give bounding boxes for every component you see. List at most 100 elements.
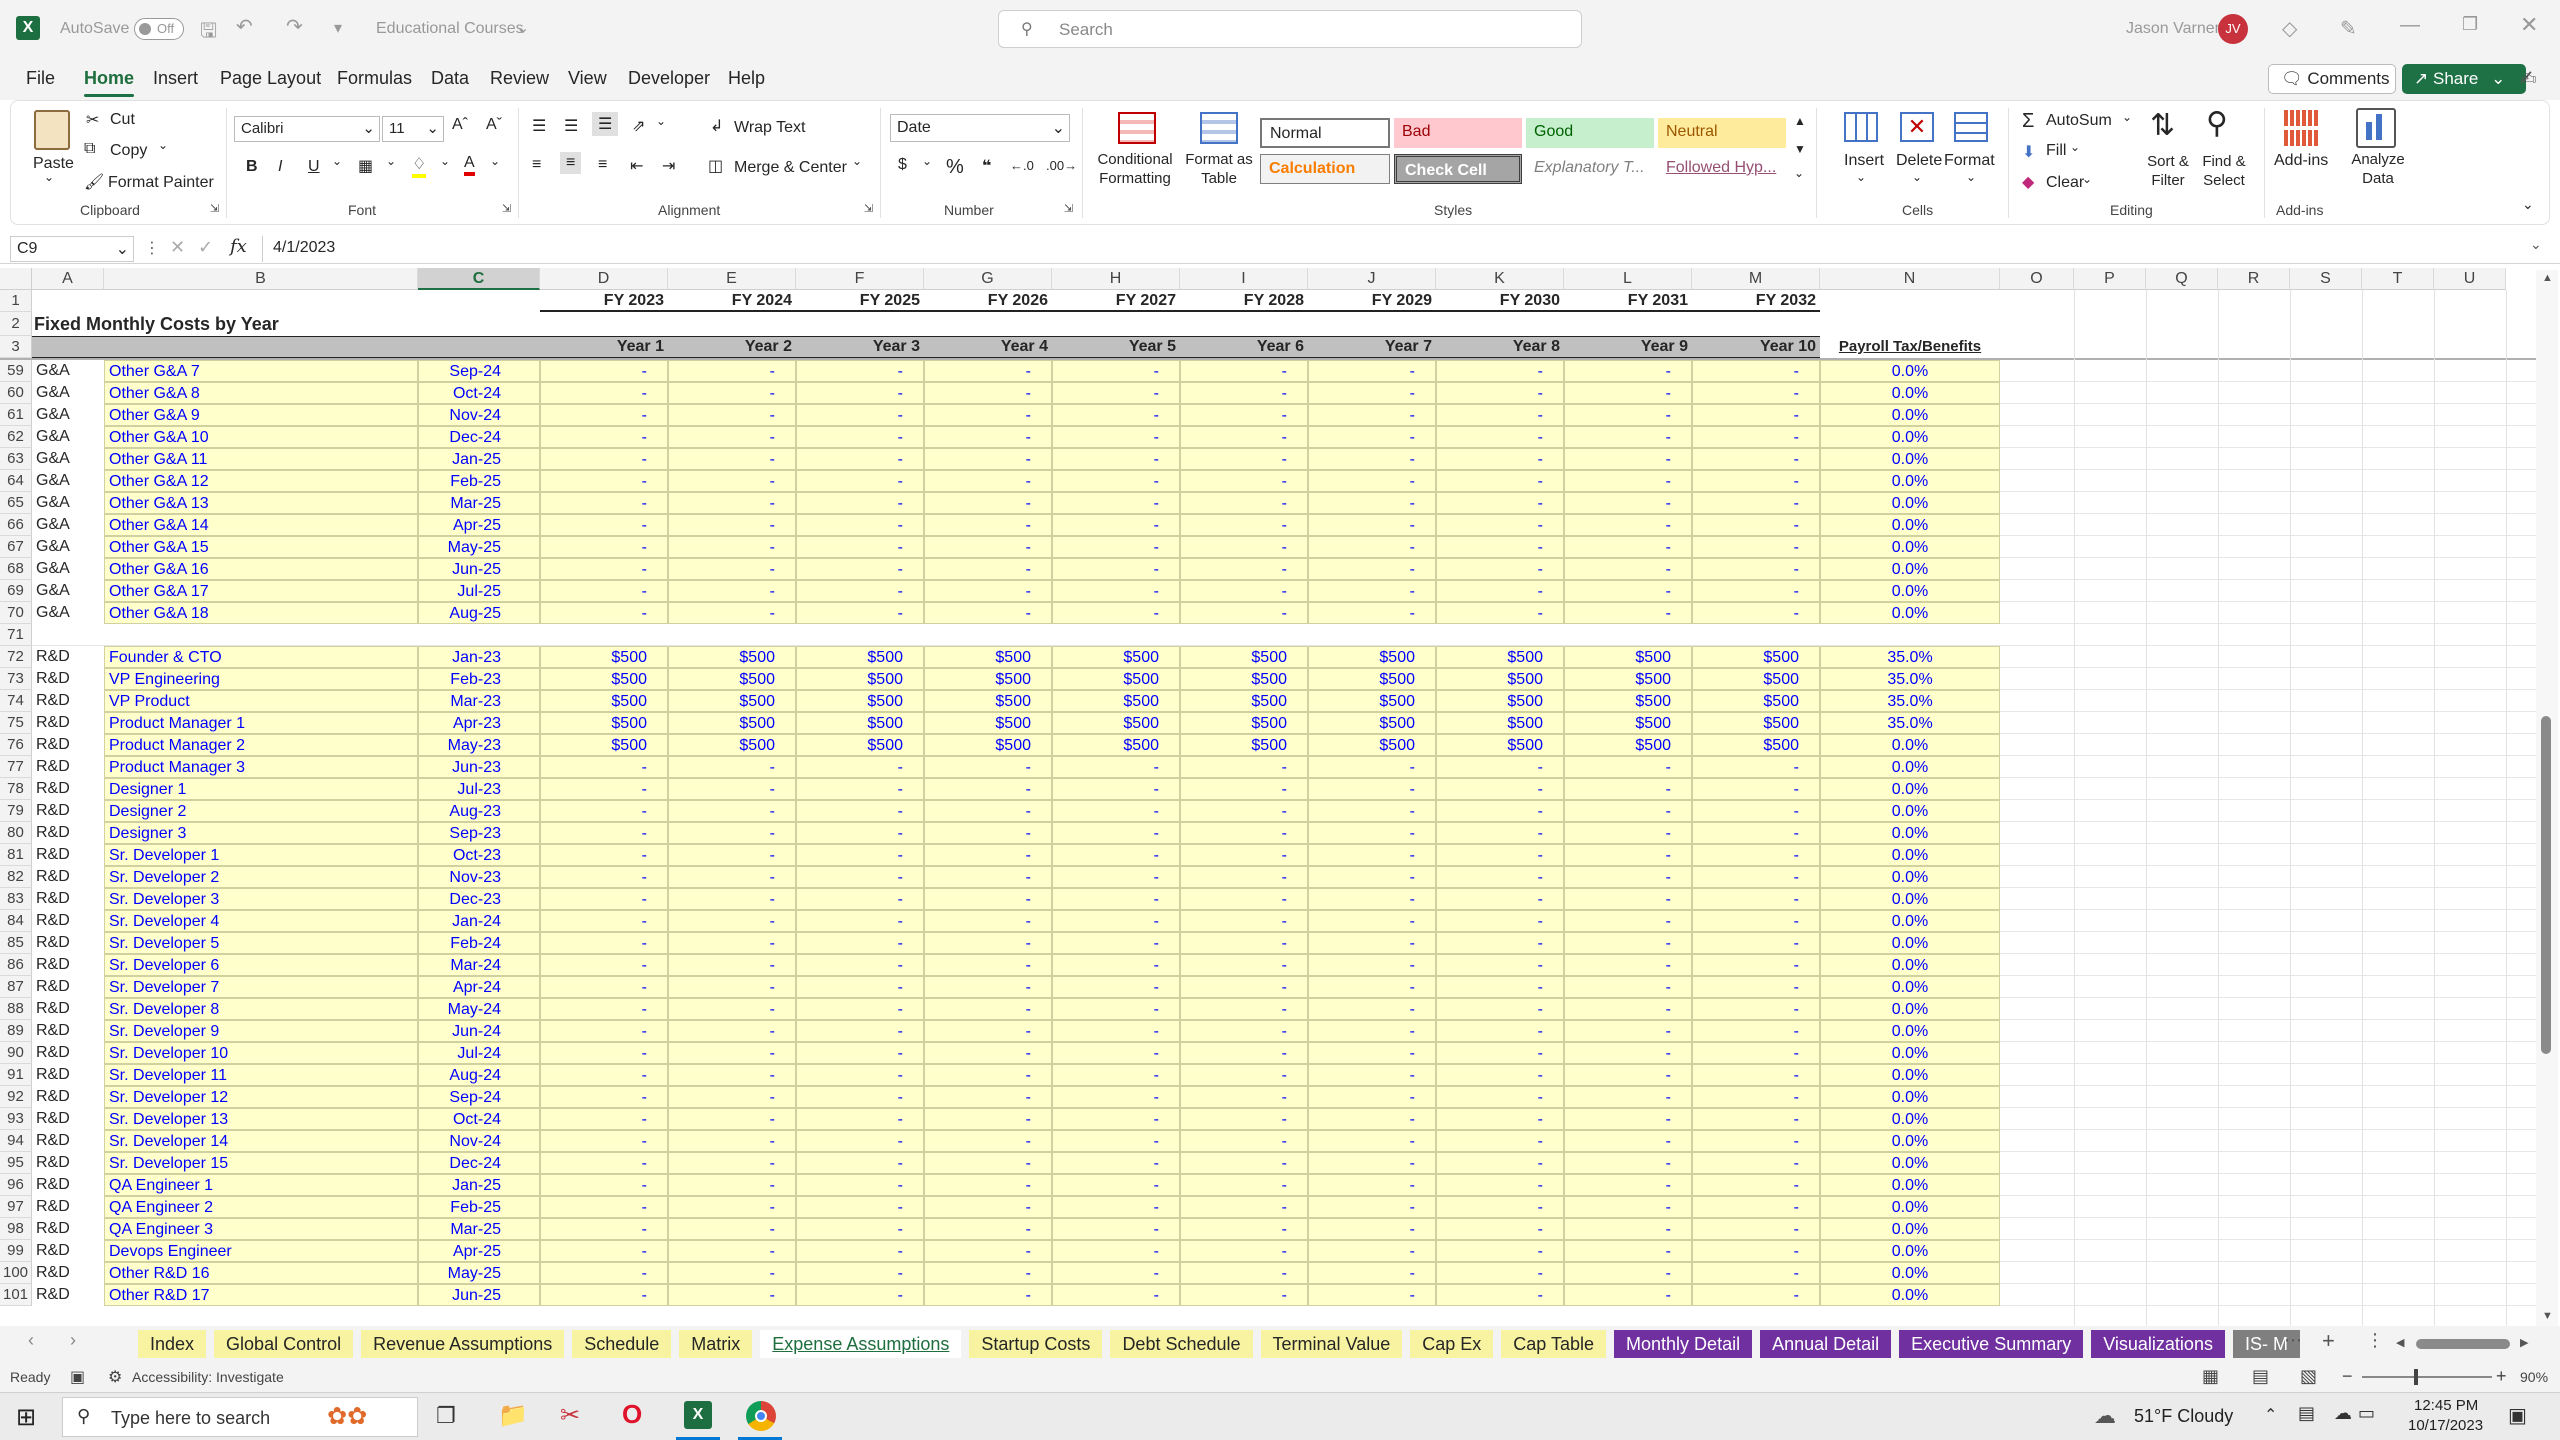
category-cell[interactable]: G&A [34, 492, 104, 514]
year-value-cell[interactable]: - [1180, 580, 1308, 602]
start-date-cell[interactable]: Jan-25 [418, 448, 540, 470]
year-value-cell[interactable]: - [668, 1042, 796, 1064]
year-value-cell[interactable]: - [540, 1174, 668, 1196]
year-value-cell[interactable]: - [1052, 778, 1180, 800]
insert-cells-button[interactable]: Insert [1844, 152, 1884, 170]
start-date-cell[interactable]: Apr-25 [418, 1240, 540, 1262]
year-value-cell[interactable]: - [540, 1042, 668, 1064]
year-value-cell[interactable]: - [540, 360, 668, 382]
year-value-cell[interactable]: - [668, 932, 796, 954]
year-value-cell[interactable]: - [1052, 404, 1180, 426]
line-item-name[interactable]: QA Engineer 1 [104, 1174, 418, 1196]
row-header[interactable]: 73 [0, 668, 32, 690]
year-value-cell[interactable]: - [1564, 932, 1692, 954]
year-value-cell[interactable]: - [1564, 910, 1692, 932]
category-cell[interactable]: G&A [34, 514, 104, 536]
year-value-cell[interactable]: - [1052, 1174, 1180, 1196]
year-value-cell[interactable]: - [924, 470, 1052, 492]
network-icon[interactable]: ▤ [2298, 1403, 2315, 1424]
cut-button[interactable]: Cut [110, 111, 135, 129]
find-select-button[interactable]: Find & Select [2194, 152, 2254, 190]
payroll-rate-cell[interactable]: 0.0% [1820, 404, 2000, 426]
copy-icon[interactable]: ⧉ [84, 140, 95, 158]
start-date-cell[interactable]: Oct-24 [418, 1108, 540, 1130]
payroll-rate-cell[interactable]: 35.0% [1820, 668, 2000, 690]
payroll-rate-cell[interactable]: 0.0% [1820, 1196, 2000, 1218]
line-item-name[interactable]: Other G&A 11 [104, 448, 418, 470]
year-value-cell[interactable]: $500 [1564, 712, 1692, 734]
year-value-cell[interactable]: - [1052, 448, 1180, 470]
year-value-cell[interactable]: - [1052, 1064, 1180, 1086]
year-value-cell[interactable]: - [668, 1020, 796, 1042]
year-value-cell[interactable]: - [1436, 1196, 1564, 1218]
year-value-cell[interactable]: - [924, 888, 1052, 910]
year-value-cell[interactable]: $500 [1692, 690, 1820, 712]
year-value-cell[interactable]: - [1436, 1174, 1564, 1196]
year-value-cell[interactable]: - [1564, 1174, 1692, 1196]
year-value-cell[interactable]: - [668, 1196, 796, 1218]
start-date-cell[interactable]: Jun-24 [418, 1020, 540, 1042]
row-header[interactable]: 90 [0, 1042, 32, 1064]
year-value-cell[interactable]: - [1564, 404, 1692, 426]
year-value-cell[interactable]: - [1308, 1240, 1436, 1262]
year-value-cell[interactable]: - [540, 954, 668, 976]
year-value-cell[interactable]: - [1692, 404, 1820, 426]
line-item-name[interactable]: Sr. Developer 11 [104, 1064, 418, 1086]
decrease-indent-icon[interactable]: ⇤ [630, 156, 643, 176]
year-value-cell[interactable]: - [668, 1152, 796, 1174]
start-date-cell[interactable]: May-25 [418, 536, 540, 558]
start-date-cell[interactable]: Jun-25 [418, 558, 540, 580]
add-sheet-icon[interactable]: + [2322, 1328, 2335, 1354]
style-neutral[interactable]: Neutral [1658, 118, 1786, 148]
year-value-cell[interactable]: - [1180, 360, 1308, 382]
year-value-cell[interactable]: - [1692, 580, 1820, 602]
year-value-cell[interactable]: $500 [540, 712, 668, 734]
payroll-rate-cell[interactable]: 35.0% [1820, 712, 2000, 734]
year-value-cell[interactable]: - [796, 1130, 924, 1152]
borders-chevron-icon[interactable]: ⌄ [386, 154, 396, 168]
year-value-cell[interactable]: - [796, 492, 924, 514]
year-value-cell[interactable]: - [1564, 426, 1692, 448]
year-value-cell[interactable]: - [1308, 558, 1436, 580]
year-value-cell[interactable]: - [1692, 910, 1820, 932]
row-header[interactable]: 61 [0, 404, 32, 426]
year-value-cell[interactable]: - [1308, 580, 1436, 602]
row-header[interactable]: 94 [0, 1130, 32, 1152]
year-value-cell[interactable]: - [668, 536, 796, 558]
category-cell[interactable]: R&D [34, 778, 104, 800]
year-value-cell[interactable]: $500 [1052, 668, 1180, 690]
currency-chevron-icon[interactable]: ⌄ [922, 154, 932, 168]
font-launcher-icon[interactable]: ⇲ [502, 202, 511, 215]
year-value-cell[interactable]: - [1052, 756, 1180, 778]
save-icon[interactable]: 🖫 [200, 16, 217, 50]
category-cell[interactable]: R&D [34, 844, 104, 866]
sheet-tab-index[interactable]: Index [138, 1330, 207, 1358]
year-value-cell[interactable]: - [1692, 1020, 1820, 1042]
year-value-cell[interactable]: - [1308, 382, 1436, 404]
payroll-rate-cell[interactable]: 0.0% [1820, 1086, 2000, 1108]
row-header[interactable]: 63 [0, 448, 32, 470]
payroll-rate-cell[interactable]: 0.0% [1820, 734, 2000, 756]
year-value-cell[interactable]: - [924, 866, 1052, 888]
line-item-name[interactable]: Other G&A 18 [104, 602, 418, 624]
start-date-cell[interactable]: May-25 [418, 1262, 540, 1284]
category-cell[interactable]: R&D [34, 910, 104, 932]
year-value-cell[interactable]: - [1052, 844, 1180, 866]
year-value-cell[interactable]: - [1052, 954, 1180, 976]
row-header[interactable]: 79 [0, 800, 32, 822]
year-value-cell[interactable]: $500 [540, 668, 668, 690]
sheet-tab-matrix[interactable]: Matrix [679, 1330, 753, 1358]
year-value-cell[interactable]: - [1052, 514, 1180, 536]
year-value-cell[interactable]: - [540, 1086, 668, 1108]
year-value-cell[interactable]: - [1308, 1262, 1436, 1284]
year-value-cell[interactable]: - [1692, 360, 1820, 382]
year-value-cell[interactable]: - [1180, 954, 1308, 976]
year-value-cell[interactable]: - [668, 1086, 796, 1108]
payroll-rate-cell[interactable]: 0.0% [1820, 1284, 2000, 1306]
year-value-cell[interactable]: - [540, 448, 668, 470]
category-cell[interactable]: R&D [34, 932, 104, 954]
sheet-tab-revenue-assumptions[interactable]: Revenue Assumptions [361, 1330, 565, 1358]
year-value-cell[interactable]: $500 [668, 734, 796, 756]
payroll-rate-cell[interactable]: 0.0% [1820, 778, 2000, 800]
fill-color-chevron-icon[interactable]: ⌄ [440, 154, 450, 168]
